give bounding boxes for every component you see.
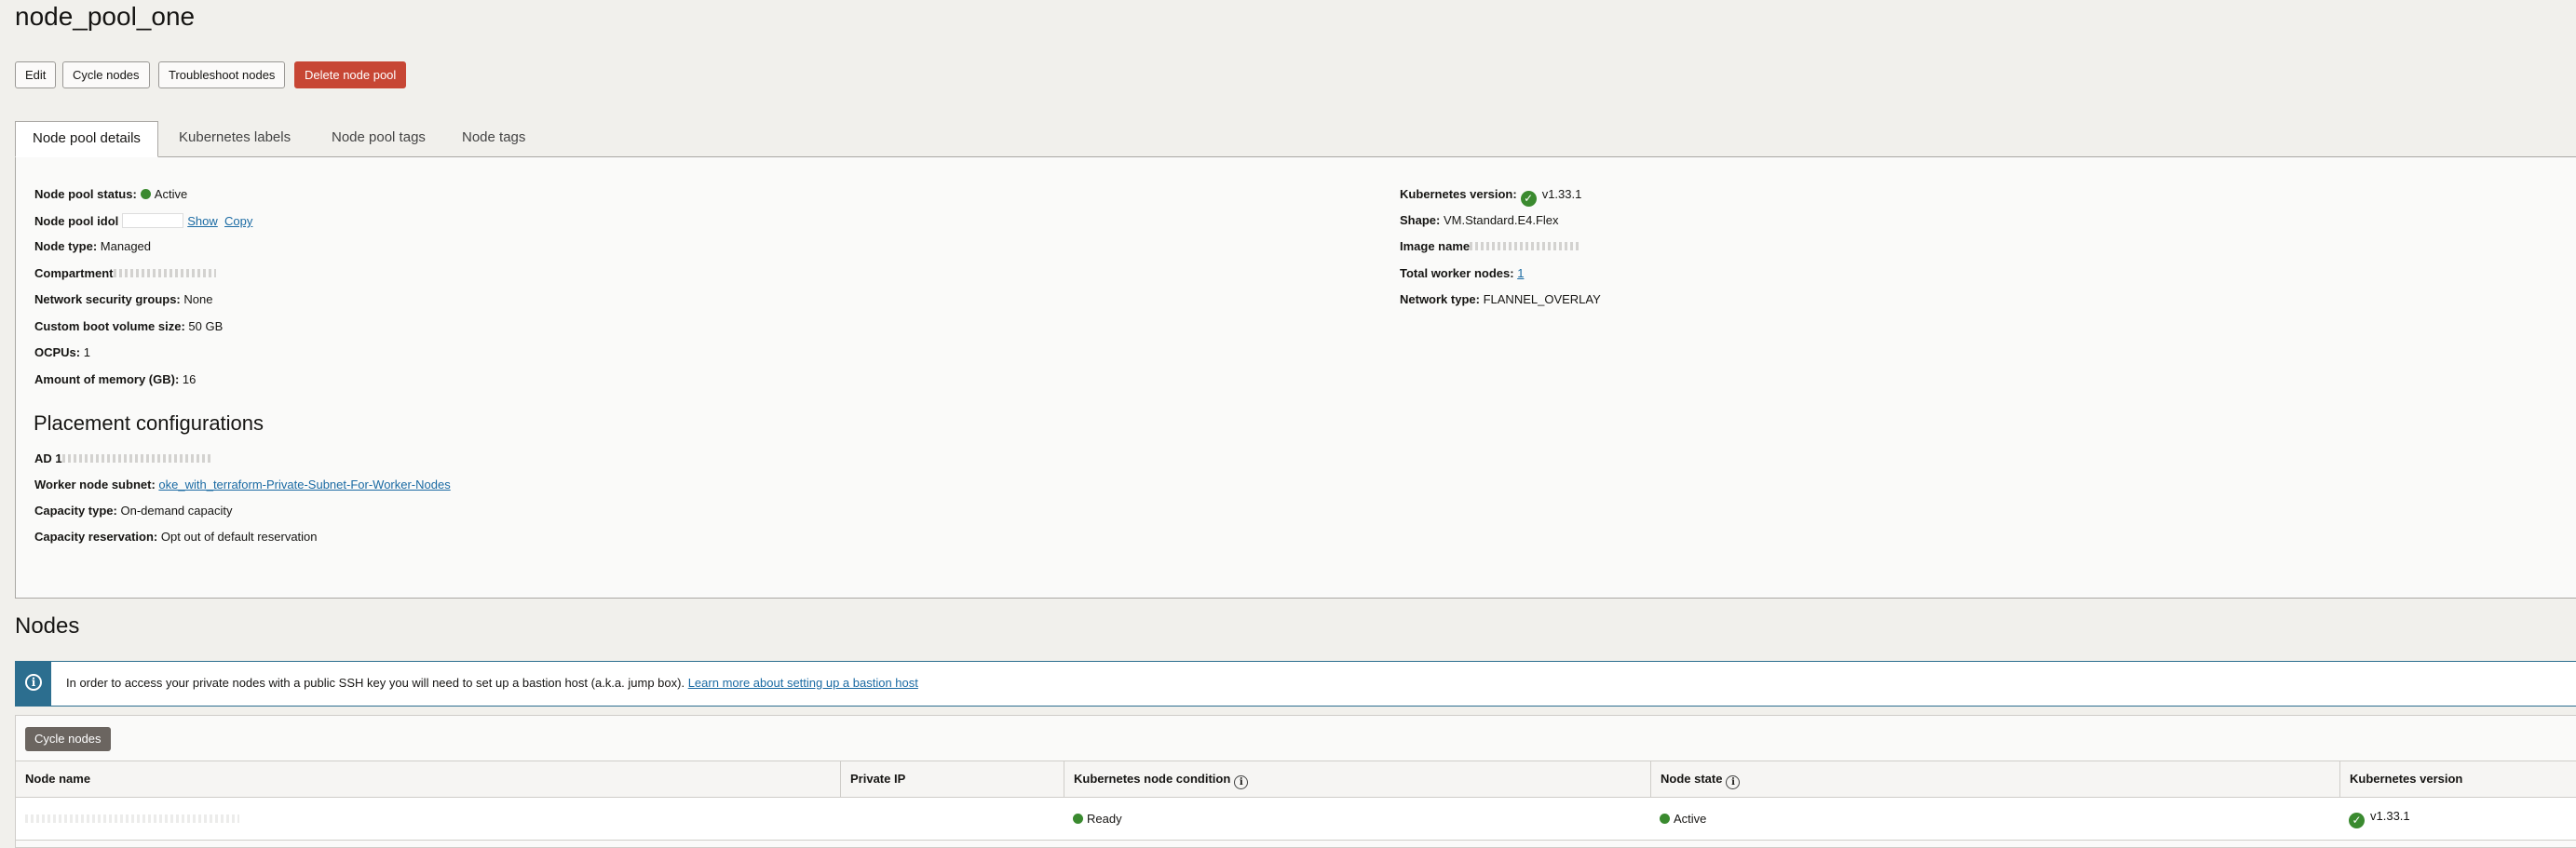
- copy-ocid-link[interactable]: Copy: [224, 214, 252, 228]
- details-panel: Node pool status: Active Node pool idol Sh…: [15, 156, 2576, 599]
- k8s-version-label: Kubernetes version:: [1400, 187, 1517, 201]
- column-node-state[interactable]: Node state i: [1650, 761, 2339, 797]
- tab-node-tags[interactable]: Node tags: [445, 121, 542, 156]
- capacity-type: Capacity type: On-demand capacity: [34, 504, 232, 518]
- redacted-node-name: [25, 814, 239, 823]
- active-dot-icon: [1660, 814, 1670, 824]
- capacity-reservation: Capacity reservation: Opt out of default…: [34, 530, 318, 544]
- worker-node-subnet: Worker node subnet: oke_with_terraform-P…: [34, 478, 451, 491]
- node-pool-ocid: Node pool idol Show Copy: [34, 213, 252, 228]
- image-name: Image name: [1400, 239, 1582, 253]
- boot-volume-label: Custom boot volume size:: [34, 319, 185, 333]
- nsg-label: Network security groups:: [34, 292, 181, 306]
- network-type-value: FLANNEL_OVERLAY: [1483, 292, 1601, 306]
- ocpus-value: 1: [83, 345, 90, 359]
- network-type: Network type: FLANNEL_OVERLAY: [1400, 292, 1601, 306]
- availability-domain: AD 1: [34, 451, 211, 465]
- banner-message: In order to access your private nodes wi…: [66, 676, 918, 690]
- total-workers-label: Total worker nodes:: [1400, 266, 1514, 280]
- node-type-label: Node type:: [34, 239, 98, 253]
- state-cell: Active: [1650, 798, 2339, 840]
- total-worker-nodes: Total worker nodes: 1: [1400, 266, 1524, 280]
- nodes-section-title: Nodes: [15, 613, 80, 639]
- subnet-label: Worker node subnet:: [34, 478, 156, 491]
- tab-node-pool-details[interactable]: Node pool details: [15, 121, 158, 157]
- nsg-value: None: [183, 292, 213, 306]
- ocpus: OCPUs: 1: [34, 345, 90, 359]
- memory: Amount of memory (GB): 16: [34, 372, 196, 386]
- state-info-icon[interactable]: i: [1726, 775, 1741, 789]
- image-name-label: Image name: [1400, 239, 1471, 253]
- show-ocid-link[interactable]: Show: [187, 214, 218, 228]
- shape-value: VM.Standard.E4.Flex: [1443, 213, 1559, 227]
- table-row: Ready Active ✓ v1.33.1: [16, 798, 2576, 841]
- node-pool-status: Node pool status: Active: [34, 187, 187, 201]
- redacted-image-name: [1470, 242, 1582, 250]
- compartment: Compartment: [34, 266, 216, 280]
- subnet-link[interactable]: oke_with_terraform-Private-Subnet-For-Wo…: [158, 478, 450, 491]
- network-security-groups: Network security groups: None: [34, 292, 212, 306]
- boot-volume-value: 50 GB: [188, 319, 224, 333]
- shape-label: Shape:: [1400, 213, 1441, 227]
- ocid-label: Node pool idol: [34, 214, 119, 228]
- redacted-compartment: [113, 269, 216, 277]
- version-cell: ✓ v1.33.1: [2339, 798, 2576, 840]
- edit-button[interactable]: Edit: [15, 61, 57, 88]
- check-circle-icon: ✓: [2349, 813, 2365, 828]
- condition-cell: Ready: [1064, 798, 1650, 840]
- placement-configurations-title: Placement configurations: [34, 411, 264, 435]
- column-k8s-version[interactable]: Kubernetes version: [2339, 761, 2576, 797]
- troubleshoot-nodes-button[interactable]: Troubleshoot nodes: [158, 61, 286, 88]
- capacity-reservation-value: Opt out of default reservation: [160, 530, 318, 544]
- banner-text: In order to access your private nodes wi…: [66, 676, 685, 690]
- ready-dot-icon: [1073, 814, 1083, 824]
- nodes-table-header: Node name Private IP Kubernetes node con…: [16, 761, 2576, 798]
- compartment-label: Compartment: [34, 266, 114, 280]
- ad-label: AD 1: [34, 451, 62, 465]
- page-title: node_pool_one: [15, 2, 196, 31]
- cycle-nodes-button[interactable]: Cycle nodes: [62, 61, 150, 88]
- nodes-table-area: Cycle nodes Node name Private IP Kuberne…: [15, 715, 2576, 848]
- delete-node-pool-button[interactable]: Delete node pool: [294, 61, 407, 88]
- node-type: Node type: Managed: [34, 239, 151, 253]
- private-ip-cell: [840, 798, 1064, 840]
- tab-node-pool-tags[interactable]: Node pool tags: [315, 121, 442, 156]
- info-icon: i: [16, 662, 51, 706]
- bastion-learn-more-link[interactable]: Learn more about setting up a bastion ho…: [688, 676, 918, 690]
- shape: Shape: VM.Standard.E4.Flex: [1400, 213, 1559, 227]
- status-label: Node pool status:: [34, 187, 137, 201]
- condition-info-icon[interactable]: i: [1234, 775, 1249, 789]
- check-circle-icon: ✓: [1520, 191, 1537, 207]
- status-dot-icon: [140, 189, 151, 199]
- tab-kubernetes-labels[interactable]: Kubernetes labels: [162, 121, 307, 156]
- memory-value: 16: [182, 372, 197, 386]
- masked-ocid: [122, 213, 184, 228]
- node-name-cell[interactable]: [16, 798, 840, 840]
- column-k8s-node-condition[interactable]: Kubernetes node condition i: [1064, 761, 1650, 797]
- ocpus-label: OCPUs:: [34, 345, 81, 359]
- kubernetes-version: Kubernetes version: ✓ v1.33.1: [1400, 187, 1581, 207]
- capacity-reservation-label: Capacity reservation:: [34, 530, 158, 544]
- column-node-name[interactable]: Node name: [16, 761, 840, 797]
- status-value: Active: [154, 187, 188, 201]
- cycle-nodes-table-button[interactable]: Cycle nodes: [25, 727, 111, 751]
- redacted-ad-name: [61, 454, 211, 463]
- column-private-ip[interactable]: Private IP: [840, 761, 1064, 797]
- bastion-info-banner: i In order to access your private nodes …: [15, 661, 2576, 707]
- total-workers-link[interactable]: 1: [1517, 266, 1524, 280]
- boot-volume-size: Custom boot volume size: 50 GB: [34, 319, 223, 333]
- memory-label: Amount of memory (GB):: [34, 372, 180, 386]
- capacity-type-value: On-demand capacity: [120, 504, 233, 518]
- node-type-value: Managed: [100, 239, 152, 253]
- capacity-type-label: Capacity type:: [34, 504, 117, 518]
- k8s-version-value: v1.33.1: [1541, 187, 1582, 201]
- network-type-label: Network type:: [1400, 292, 1480, 306]
